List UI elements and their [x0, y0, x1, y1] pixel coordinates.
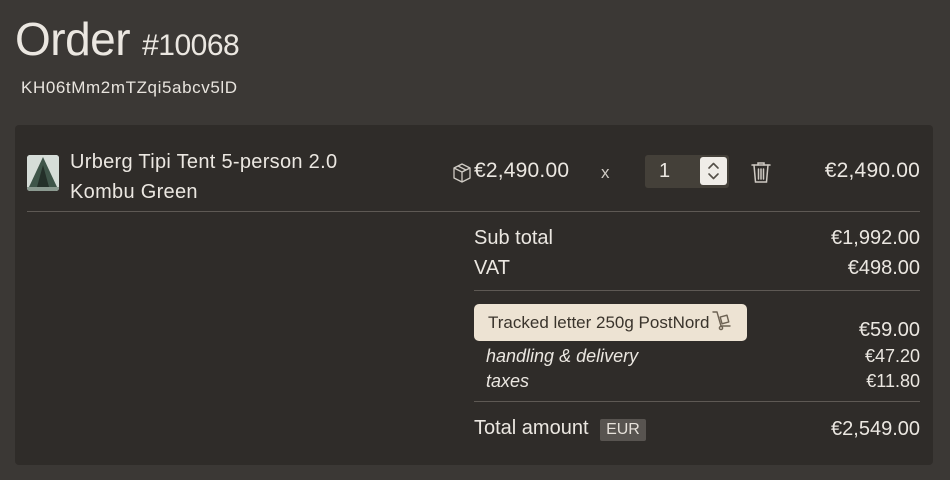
- taxes-row: taxes €11.80: [474, 369, 920, 394]
- vat-row: VAT €498.00: [474, 253, 920, 283]
- stepper-icon[interactable]: [700, 157, 727, 185]
- handling-label: handling & delivery: [486, 346, 639, 366]
- divider: [474, 290, 920, 291]
- total-row: Total amount EUR €2,549.00: [474, 409, 920, 449]
- trash-icon[interactable]: [750, 160, 772, 184]
- product-name-line1: Urberg Tipi Tent 5-person 2.0: [70, 151, 338, 173]
- subtotal-label: Sub total: [474, 226, 553, 249]
- order-title-label: Order: [15, 13, 131, 65]
- hand-truck-icon: [709, 309, 733, 336]
- shipping-row: Tracked letter 250g PostNord €59.00: [474, 298, 920, 344]
- quantity-stepper[interactable]: 1: [645, 155, 729, 188]
- order-summary: Sub total €1,992.00 VAT €498.00 Tracked …: [474, 223, 920, 449]
- currency-badge: EUR: [600, 419, 646, 441]
- order-id: KH06tMm2mTZqi5abcv5lD: [21, 78, 238, 97]
- product-name[interactable]: Urberg Tipi Tent 5-person 2.0 Kombu Gree…: [70, 147, 337, 207]
- page-title: Order #10068: [15, 12, 240, 66]
- total-label: Total amount: [474, 417, 589, 439]
- subtotal-row: Sub total €1,992.00: [474, 223, 920, 253]
- product-thumbnail[interactable]: [27, 155, 59, 191]
- divider: [474, 401, 920, 402]
- package-icon: [451, 162, 473, 184]
- order-header: Order #10068: [15, 12, 240, 66]
- shipping-method-label: Tracked letter 250g PostNord: [488, 312, 710, 332]
- order-panel: Urberg Tipi Tent 5-person 2.0 Kombu Gree…: [15, 125, 933, 465]
- order-number: #10068: [142, 29, 240, 62]
- line-item: Urberg Tipi Tent 5-person 2.0 Kombu Gree…: [27, 145, 920, 212]
- subtotal-value: €1,992.00: [831, 226, 920, 249]
- line-total: €2,490.00: [824, 159, 920, 182]
- shipping-method-badge[interactable]: Tracked letter 250g PostNord: [474, 304, 748, 341]
- taxes-value: €11.80: [866, 371, 920, 391]
- total-value: €2,549.00: [831, 417, 920, 440]
- vat-value: €498.00: [847, 256, 920, 279]
- taxes-label: taxes: [486, 371, 530, 391]
- handling-value: €47.20: [864, 346, 920, 366]
- vat-label: VAT: [474, 256, 510, 279]
- handling-row: handling & delivery €47.20: [474, 344, 920, 369]
- quantity-value[interactable]: 1: [659, 160, 670, 183]
- total-label-group: Total amount EUR: [474, 417, 646, 441]
- multiply-sign: x: [601, 163, 610, 182]
- unit-price: €2,490.00: [474, 159, 570, 182]
- shipping-value: €59.00: [858, 319, 920, 341]
- product-variant: Kombu Green: [70, 181, 198, 203]
